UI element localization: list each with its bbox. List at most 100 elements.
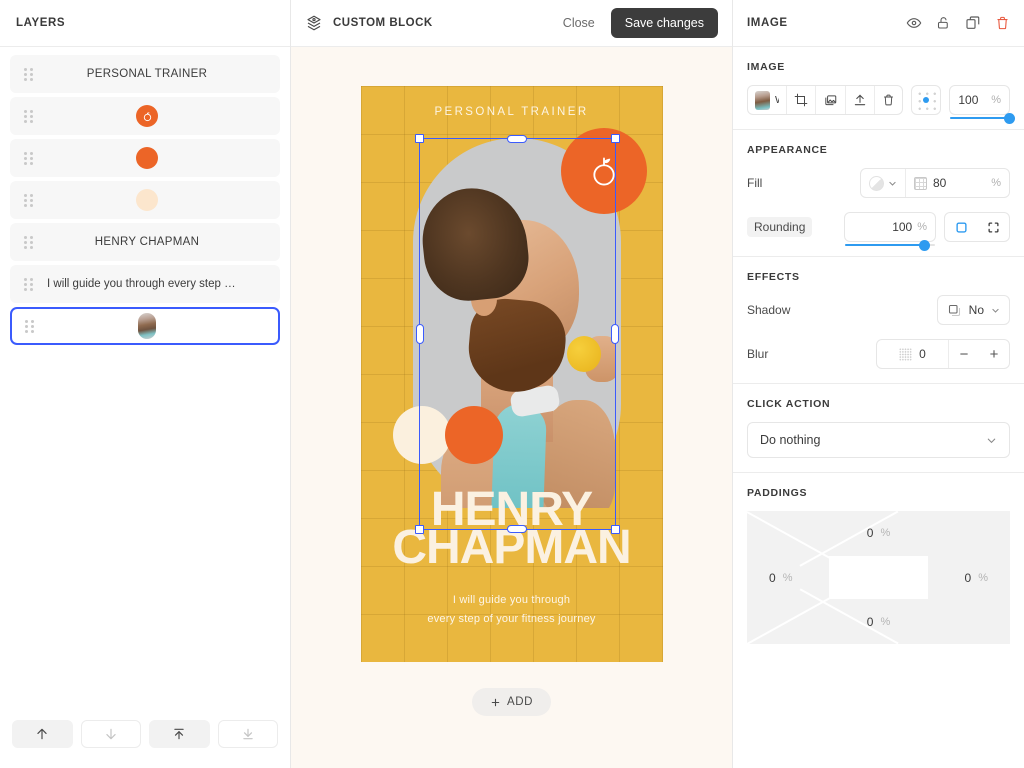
apple-badge-icon[interactable]: [561, 128, 647, 214]
decor-circle-cream[interactable]: [393, 406, 451, 464]
drag-handle-icon[interactable]: [15, 110, 41, 123]
opacity-input[interactable]: 100 %: [949, 85, 1010, 115]
crop-corners-button[interactable]: [977, 212, 1009, 242]
replace-image-button[interactable]: [816, 86, 846, 114]
padding-bottom-input[interactable]: 0 %: [867, 615, 890, 629]
rounding-input[interactable]: 100 %: [844, 212, 936, 242]
poster-subtitle-line1[interactable]: I will guide you through: [361, 594, 663, 606]
close-button[interactable]: Close: [563, 16, 595, 30]
poster-kicker-text[interactable]: PERSONAL TRAINER: [361, 106, 663, 118]
shadow-square-icon: [947, 303, 962, 318]
layers-stack-icon: [305, 14, 323, 32]
fill-opacity-input[interactable]: 80 %: [906, 169, 1009, 197]
layer-content: [41, 147, 279, 169]
shadow-controls: No: [937, 295, 1010, 325]
add-block-button[interactable]: ADD: [472, 688, 551, 716]
drag-handle-icon[interactable]: [15, 194, 41, 207]
click-action-select[interactable]: Do nothing: [747, 422, 1010, 458]
layer-content: [41, 105, 279, 127]
click-action-title: CLICK ACTION: [747, 398, 1010, 410]
move-to-top-button[interactable]: [149, 720, 210, 748]
align-center-icon: [913, 87, 939, 113]
poster-title-line2[interactable]: CHAPMAN: [361, 524, 663, 571]
list-item[interactable]: [10, 139, 280, 177]
shadow-row: Shadow No: [747, 295, 1010, 325]
block-title: CUSTOM BLOCK: [333, 17, 433, 29]
blur-input[interactable]: 0: [877, 340, 949, 368]
blur-decrement-button[interactable]: −: [949, 340, 979, 368]
upload-button[interactable]: [846, 86, 875, 114]
image-file-button[interactable]: WEBP: [748, 86, 787, 114]
trainer-photo-image: [419, 160, 616, 508]
unlock-icon[interactable]: [936, 15, 951, 31]
move-up-button[interactable]: [12, 720, 73, 748]
padding-bottom-unit: %: [880, 616, 890, 628]
poster-artboard[interactable]: PERSONAL TRAINER: [361, 86, 663, 662]
shadow-value: No: [969, 303, 984, 317]
rounding-label: Rounding: [747, 217, 812, 237]
opacity-slider[interactable]: [950, 117, 1009, 119]
list-item[interactable]: HENRY CHAPMAN: [10, 223, 280, 261]
trash-icon: [882, 93, 895, 107]
list-item[interactable]: [10, 181, 280, 219]
rounding-value: 100: [892, 220, 912, 234]
remove-image-button[interactable]: [875, 86, 902, 114]
padding-right-input[interactable]: 0 %: [965, 571, 988, 585]
move-to-bottom-button[interactable]: [218, 720, 279, 748]
poster-subtitle-line2[interactable]: every step of your fitness journey: [361, 613, 663, 625]
move-down-button[interactable]: [81, 720, 142, 748]
paddings-section: PADDINGS 0 % 0 % 0 % 0: [733, 473, 1024, 658]
fill-color-picker[interactable]: [861, 169, 906, 197]
layer-content: HENRY CHAPMAN: [41, 236, 279, 248]
duplicate-icon[interactable]: [965, 15, 981, 31]
fill-value: 80: [933, 176, 946, 190]
fill-group: 80 %: [860, 168, 1010, 198]
fill-label: Fill: [747, 176, 762, 190]
plus-icon: [490, 697, 501, 708]
image-section-title: IMAGE: [747, 61, 1010, 73]
rounded-square-button[interactable]: [945, 212, 977, 242]
drag-handle-icon[interactable]: [15, 236, 41, 249]
drag-handle-icon[interactable]: [16, 320, 42, 333]
drag-handle-icon[interactable]: [15, 68, 41, 81]
blur-label: Blur: [747, 347, 768, 361]
image-file-name: WEBP: [775, 94, 779, 106]
list-item[interactable]: [10, 97, 280, 135]
list-item[interactable]: PERSONAL TRAINER: [10, 55, 280, 93]
drag-handle-icon[interactable]: [15, 278, 41, 291]
align-center-button[interactable]: [911, 85, 941, 115]
delete-icon[interactable]: [995, 15, 1010, 31]
blur-row: Blur 0 − +: [747, 339, 1010, 369]
arrow-to-top-icon: [172, 727, 186, 741]
visibility-eye-icon[interactable]: [906, 15, 922, 31]
padding-left-input[interactable]: 0 %: [769, 571, 792, 585]
rounded-square-icon: [954, 220, 969, 235]
opacity-value: 100: [958, 93, 978, 107]
padding-bottom-value: 0: [867, 615, 874, 629]
drag-handle-icon[interactable]: [15, 152, 41, 165]
blur-increment-button[interactable]: +: [979, 340, 1009, 368]
rounding-slider[interactable]: [845, 244, 935, 246]
list-item-selected[interactable]: [10, 307, 280, 345]
layers-panel-header: LAYERS: [0, 0, 290, 47]
effects-section-title: EFFECTS: [747, 271, 1010, 283]
padding-right-value: 0: [965, 571, 972, 585]
chevron-down-icon: [991, 306, 1000, 315]
circle-shape-icon: [136, 147, 158, 169]
add-block-label: ADD: [507, 696, 533, 708]
properties-panel-header: IMAGE: [733, 0, 1024, 47]
layer-content: [42, 313, 278, 339]
image-thumbnail: [138, 313, 156, 339]
effects-section: EFFECTS Shadow No Blur: [733, 257, 1024, 384]
save-changes-button[interactable]: Save changes: [611, 8, 718, 38]
decor-circle-orange[interactable]: [445, 406, 503, 464]
arrow-down-icon: [104, 727, 118, 741]
color-swatch-icon: [869, 176, 884, 191]
shadow-select[interactable]: No: [937, 295, 1010, 325]
list-item[interactable]: I will guide you through every step …: [10, 265, 280, 303]
crop-button[interactable]: [787, 86, 816, 114]
editor-actions: Close Save changes: [563, 8, 718, 38]
padding-left-value: 0: [769, 571, 776, 585]
app-root: LAYERS PERSONAL TRAINER: [0, 0, 1024, 768]
padding-top-input[interactable]: 0 %: [867, 526, 890, 540]
